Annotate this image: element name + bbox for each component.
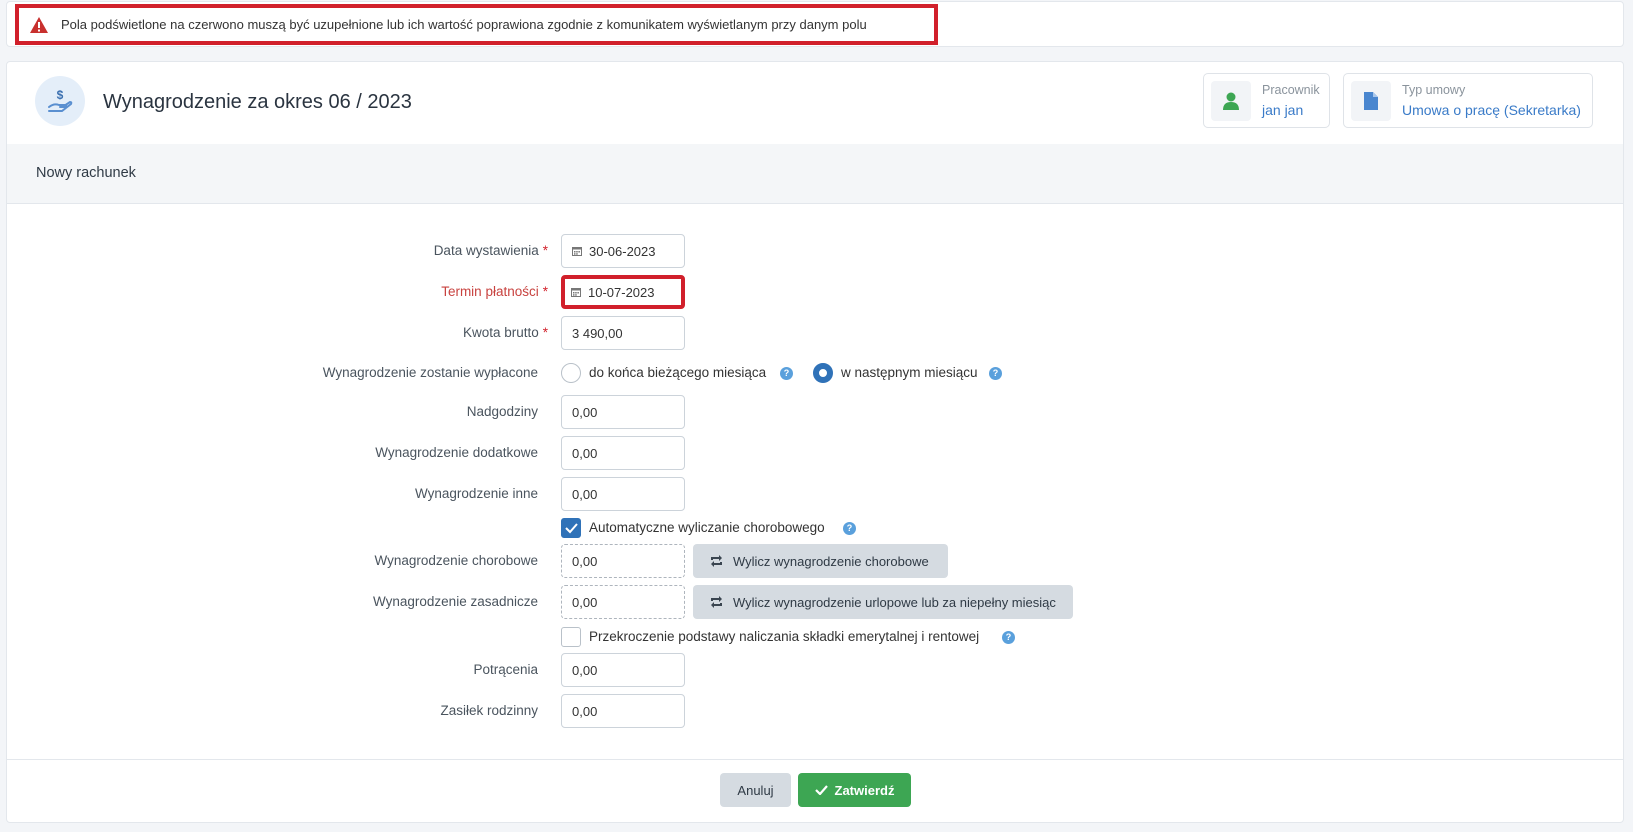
page-title: Wynagrodzenie za okres 06 / 2023 <box>103 91 412 113</box>
section-header: Nowy rachunek <box>7 144 1623 204</box>
payout-current-month-label[interactable]: do końca bieżącego miesiąca <box>589 365 766 380</box>
salary-hand-icon: $ <box>35 76 85 126</box>
calendar-icon <box>572 247 582 256</box>
row-due-date: Termin płatności * 10-07-2023 <box>7 275 1623 309</box>
svg-text:$: $ <box>57 88 64 102</box>
overtime-label: Nadgodziny <box>466 404 538 419</box>
payout-label: Wynagrodzenie zostanie wypłacone <box>322 365 538 380</box>
payroll-card: $ Wynagrodzenie za okres 06 / 2023 Praco… <box>6 61 1624 823</box>
row-limit-exceeded: Przekroczenie podstawy naliczania składk… <box>7 620 1623 654</box>
sick-pay-label: Wynagrodzenie chorobowe <box>374 553 538 568</box>
additional-label: Wynagrodzenie dodatkowe <box>375 445 538 460</box>
other-input[interactable]: 0,00 <box>561 477 685 511</box>
user-icon <box>1211 81 1251 121</box>
sick-pay-input[interactable]: 0,00 <box>561 544 685 578</box>
base-pay-label: Wynagrodzenie zasadnicze <box>373 594 538 609</box>
auto-sick-label[interactable]: Automatyczne wyliczanie chorobowego <box>589 520 825 535</box>
help-icon[interactable]: ? <box>989 367 1002 380</box>
auto-sick-checkbox[interactable] <box>561 518 581 538</box>
overtime-input[interactable]: 0,00 <box>561 395 685 429</box>
help-icon[interactable]: ? <box>780 367 793 380</box>
additional-input[interactable]: 0,00 <box>561 436 685 470</box>
row-issue-date: Data wystawienia * 30-06-2023 <box>7 234 1623 268</box>
row-sick-pay: Wynagrodzenie chorobowe 0,00 Wylicz wyna… <box>7 544 1623 578</box>
employee-label: Pracownik <box>1262 83 1320 97</box>
other-label: Wynagrodzenie inne <box>415 486 538 501</box>
row-payout: Wynagrodzenie zostanie wypłacone do końc… <box>7 356 1623 390</box>
limit-exceeded-label[interactable]: Przekroczenie podstawy naliczania składk… <box>589 629 979 644</box>
payout-next-month-radio[interactable] <box>813 363 833 383</box>
row-base-pay: Wynagrodzenie zasadnicze 0,00 Wylicz wyn… <box>7 585 1623 619</box>
check-icon <box>814 785 828 795</box>
calculate-vacation-pay-button[interactable]: Wylicz wynagrodzenie urlopowe lub za nie… <box>693 585 1073 619</box>
limit-exceeded-checkbox[interactable] <box>561 627 581 647</box>
family-allowance-label: Zasiłek rodzinny <box>440 703 538 718</box>
deductions-input[interactable]: 0,00 <box>561 653 685 687</box>
help-icon[interactable]: ? <box>843 522 856 535</box>
due-date-label: Termin płatności * <box>441 284 548 299</box>
base-pay-input[interactable]: 0,00 <box>561 585 685 619</box>
alert-highlight: Pola podświetlone na czerwono muszą być … <box>15 4 938 45</box>
due-date-input[interactable]: 10-07-2023 <box>561 275 685 309</box>
employee-link[interactable]: jan jan <box>1262 102 1303 118</box>
calculate-sick-pay-button[interactable]: Wylicz wynagrodzenie chorobowe <box>693 544 948 578</box>
row-gross-amount: Kwota brutto * 3 490,00 <box>7 316 1623 350</box>
contract-link[interactable]: Umowa o pracę (Sekretarka) <box>1402 102 1581 118</box>
row-other: Wynagrodzenie inne 0,00 <box>7 477 1623 511</box>
section-title: Nowy rachunek <box>36 165 136 181</box>
contract-info[interactable]: Typ umowy Umowa o pracę (Sekretarka) <box>1343 73 1593 128</box>
row-overtime: Nadgodziny 0,00 <box>7 395 1623 429</box>
alert-message: Pola podświetlone na czerwono muszą być … <box>61 17 867 32</box>
row-family-allowance: Zasiłek rodzinny 0,00 <box>7 694 1623 728</box>
form-footer: Anuluj Zatwierdź <box>7 759 1623 824</box>
family-allowance-input[interactable]: 0,00 <box>561 694 685 728</box>
row-auto-sick: Automatyczne wyliczanie chorobowego ? <box>7 511 1623 545</box>
gross-amount-label: Kwota brutto * <box>462 325 548 340</box>
check-icon <box>565 523 578 534</box>
document-icon <box>1351 81 1391 121</box>
help-icon[interactable]: ? <box>1002 631 1015 644</box>
warning-triangle-icon <box>30 16 48 33</box>
row-additional: Wynagrodzenie dodatkowe 0,00 <box>7 436 1623 470</box>
calendar-icon <box>571 288 581 297</box>
gross-amount-input[interactable]: 3 490,00 <box>561 316 685 350</box>
cancel-button[interactable]: Anuluj <box>720 773 791 807</box>
refresh-icon <box>711 596 722 608</box>
row-deductions: Potrącenia 0,00 <box>7 653 1623 687</box>
payout-current-month-radio[interactable] <box>561 363 581 383</box>
alert-banner: Pola podświetlone na czerwono muszą być … <box>6 1 1624 47</box>
payout-next-month-label[interactable]: w następnym miesiącu <box>841 365 978 380</box>
contract-label: Typ umowy <box>1402 83 1466 97</box>
issue-date-label: Data wystawienia * <box>433 243 548 258</box>
employee-info[interactable]: Pracownik jan jan <box>1203 73 1330 128</box>
issue-date-input[interactable]: 30-06-2023 <box>561 234 685 268</box>
deductions-label: Potrącenia <box>473 662 538 677</box>
card-header: $ Wynagrodzenie za okres 06 / 2023 Praco… <box>7 62 1623 145</box>
confirm-button[interactable]: Zatwierdź <box>798 773 911 807</box>
refresh-icon <box>711 555 722 567</box>
